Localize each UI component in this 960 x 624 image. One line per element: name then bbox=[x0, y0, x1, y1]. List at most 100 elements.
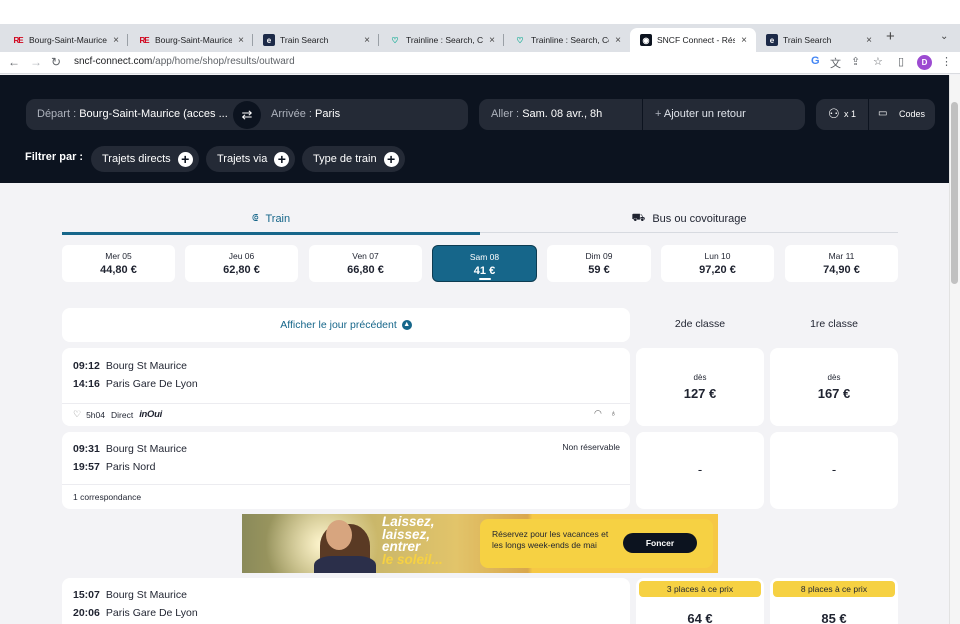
wifi-icon: ◠ bbox=[594, 408, 602, 418]
new-tab-icon[interactable]: + bbox=[886, 28, 895, 45]
passenger-count[interactable]: x 1 bbox=[844, 109, 856, 119]
price-amount: 85 € bbox=[821, 611, 847, 624]
filter-chip-trajets-directs[interactable]: Trajets directs + bbox=[91, 146, 199, 172]
price-first-class[interactable]: 8 places à ce prix 85 € bbox=[770, 578, 898, 624]
profile-avatar[interactable]: D bbox=[917, 55, 932, 70]
translate-icon[interactable]: 文 bbox=[830, 55, 841, 71]
back-icon[interactable]: ← bbox=[8, 55, 20, 69]
close-tab-icon[interactable]: × bbox=[738, 35, 750, 46]
side-panel-icon[interactable]: ▯ bbox=[898, 55, 904, 68]
codes-button[interactable]: Codes bbox=[899, 109, 925, 119]
discount-card-icon[interactable]: ▭ bbox=[878, 108, 887, 119]
day-price: 62,80 € bbox=[223, 264, 260, 276]
passenger-icon[interactable]: ⚇ bbox=[828, 106, 840, 122]
day-option[interactable]: Dim 09 59 € bbox=[547, 245, 651, 282]
departure-station: Bourg St Maurice bbox=[105, 443, 187, 455]
day-price: 59 € bbox=[588, 264, 610, 276]
arrival-station: Paris Nord bbox=[105, 461, 156, 473]
woman-face bbox=[326, 520, 352, 550]
day-price: 44,80 € bbox=[100, 264, 137, 276]
close-tab-icon[interactable]: × bbox=[612, 35, 624, 46]
browser-tab[interactable]: e Train Search × bbox=[756, 28, 881, 52]
price-second-class[interactable]: 3 places à ce prix 64 € bbox=[636, 578, 764, 624]
day-option[interactable]: Mer 05 44,80 € bbox=[62, 245, 175, 282]
day-option[interactable]: Lun 10 97,20 € bbox=[661, 245, 774, 282]
arrival-time: 19:57 bbox=[73, 461, 100, 473]
scrollbar-thumb[interactable] bbox=[951, 102, 958, 284]
browser-tab[interactable]: RE Bourg-Saint-Maurice e × bbox=[128, 28, 253, 52]
tab-title: Train Search bbox=[280, 35, 329, 45]
train-icon: ⟃ bbox=[251, 212, 259, 224]
bookmark-star-icon[interactable]: ☆ bbox=[873, 55, 883, 68]
journey-meta: ♡ 5h04 Direct inOui bbox=[73, 409, 162, 420]
filter-chip-type-de-train[interactable]: Type de train + bbox=[302, 146, 405, 172]
search-header: Départ : Bourg-Saint-Maurice (acces ... … bbox=[0, 75, 949, 183]
reload-icon[interactable]: ↻ bbox=[51, 55, 61, 69]
day-option[interactable]: Jeu 06 62,80 € bbox=[185, 245, 298, 282]
google-icon[interactable]: G bbox=[811, 55, 820, 67]
close-tab-icon[interactable]: × bbox=[235, 35, 247, 46]
plus-icon: + bbox=[177, 151, 193, 167]
arrivee-field[interactable]: Arrivée : Paris bbox=[271, 108, 340, 120]
close-tab-icon[interactable]: × bbox=[486, 35, 498, 46]
add-return-label: Ajouter un retour bbox=[663, 108, 746, 120]
price-second-class[interactable]: - bbox=[636, 432, 764, 509]
tab-train[interactable]: ⟃ Train bbox=[62, 205, 480, 235]
departure-line: 09:12 Bourg St Maurice bbox=[73, 360, 187, 372]
promo-banner[interactable]: Laissez, laissez, entrer le soleil... Ré… bbox=[242, 514, 718, 573]
browser-tab[interactable]: RE Bourg-Saint-Maurice t × bbox=[2, 28, 128, 52]
banner-cta-button[interactable]: Foncer bbox=[623, 533, 697, 553]
price-first-class[interactable]: dès 167 € bbox=[770, 348, 898, 426]
banner-text: Réservez pour les vacances et les longs … bbox=[492, 529, 609, 550]
show-previous-day-button[interactable]: Afficher le jour précédent ▲ bbox=[62, 308, 630, 342]
plus-icon: + bbox=[274, 151, 290, 167]
day-option[interactable]: Ven 07 66,80 € bbox=[309, 245, 422, 282]
trainline-favicon-icon: ♡ bbox=[516, 35, 524, 45]
tab-title: SNCF Connect - Résu bbox=[657, 35, 735, 45]
day-option-selected[interactable]: Sam 08 41 € bbox=[432, 245, 537, 282]
tab-title: Trainline : Search, Co bbox=[406, 35, 483, 45]
browser-tab[interactable]: ♡ Trainline : Search, Co × bbox=[379, 28, 504, 52]
browser-tab-active[interactable]: ◉ SNCF Connect - Résu × bbox=[630, 28, 756, 52]
day-option[interactable]: Mar 11 74,90 € bbox=[785, 245, 898, 282]
journey-card[interactable]: 09:31 Bourg St Maurice 19:57 Paris Nord No… bbox=[62, 432, 630, 509]
url-field[interactable]: sncf-connect.com/app/home/shop/results/o… bbox=[74, 56, 295, 67]
bar-icon: ♁ bbox=[610, 408, 617, 418]
banner-headline: Laissez, laissez, entrer le soleil... bbox=[382, 515, 443, 566]
price-first-class[interactable]: - bbox=[770, 432, 898, 509]
add-return-button[interactable]: + Ajouter un retour bbox=[655, 108, 746, 120]
first-class-header: 1re classe bbox=[810, 318, 858, 330]
filters-label: Filtrer par : bbox=[25, 151, 84, 163]
browser-tab-bar: RE Bourg-Saint-Maurice t × RE Bourg-Sain… bbox=[0, 24, 960, 52]
connections-label: 1 correspondance bbox=[73, 492, 142, 502]
journey-card[interactable]: 09:12 Bourg St Maurice 14:16 Paris Gare De… bbox=[62, 348, 630, 426]
departure-station: Bourg St Maurice bbox=[105, 589, 187, 601]
tab-title: Trainline : Search, Co bbox=[531, 35, 609, 45]
seats-left-badge: 8 places à ce prix bbox=[773, 581, 895, 597]
close-tab-icon[interactable]: × bbox=[863, 35, 875, 46]
price-second-class[interactable]: dès 127 € bbox=[636, 348, 764, 426]
browser-tab[interactable]: e Train Search × bbox=[253, 28, 379, 52]
tab-bus-label: Bus ou covoiturage bbox=[652, 212, 747, 225]
close-tab-icon[interactable]: × bbox=[110, 35, 122, 46]
browser-tab[interactable]: ♡ Trainline : Search, Co × bbox=[504, 28, 630, 52]
browser-menu-icon[interactable]: ⋮ bbox=[941, 55, 952, 68]
price-amount: 64 € bbox=[687, 611, 713, 624]
chip-label: Trajets directs bbox=[102, 153, 171, 165]
passengers-codes-field: ⚇ x 1 ▭ Codes bbox=[816, 99, 935, 130]
share-icon[interactable]: ⇪ bbox=[851, 55, 860, 68]
forward-icon[interactable]: → bbox=[30, 55, 42, 69]
journey-card[interactable]: 15:07 Bourg St Maurice 20:06 Paris Gare De… bbox=[62, 578, 630, 624]
depart-field[interactable]: Départ : Bourg-Saint-Maurice (acces ... bbox=[37, 108, 228, 120]
train-search-favicon-icon: e bbox=[766, 34, 778, 46]
tab-search-icon[interactable]: ⌄ bbox=[940, 31, 948, 42]
tab-bus-covoiturage[interactable]: ⛟ Bus ou covoiturage bbox=[480, 205, 898, 233]
tab-title: Train Search bbox=[783, 35, 832, 45]
close-tab-icon[interactable]: × bbox=[361, 35, 373, 46]
departure-time: 09:12 bbox=[73, 360, 100, 372]
plus-icon: + bbox=[383, 151, 399, 167]
filter-chip-trajets-via[interactable]: Trajets via + bbox=[206, 146, 296, 172]
divider bbox=[642, 99, 643, 130]
swap-stations-button[interactable]: ⇄ bbox=[233, 101, 261, 129]
aller-field[interactable]: Aller : Sam. 08 avr., 8h bbox=[491, 108, 602, 120]
